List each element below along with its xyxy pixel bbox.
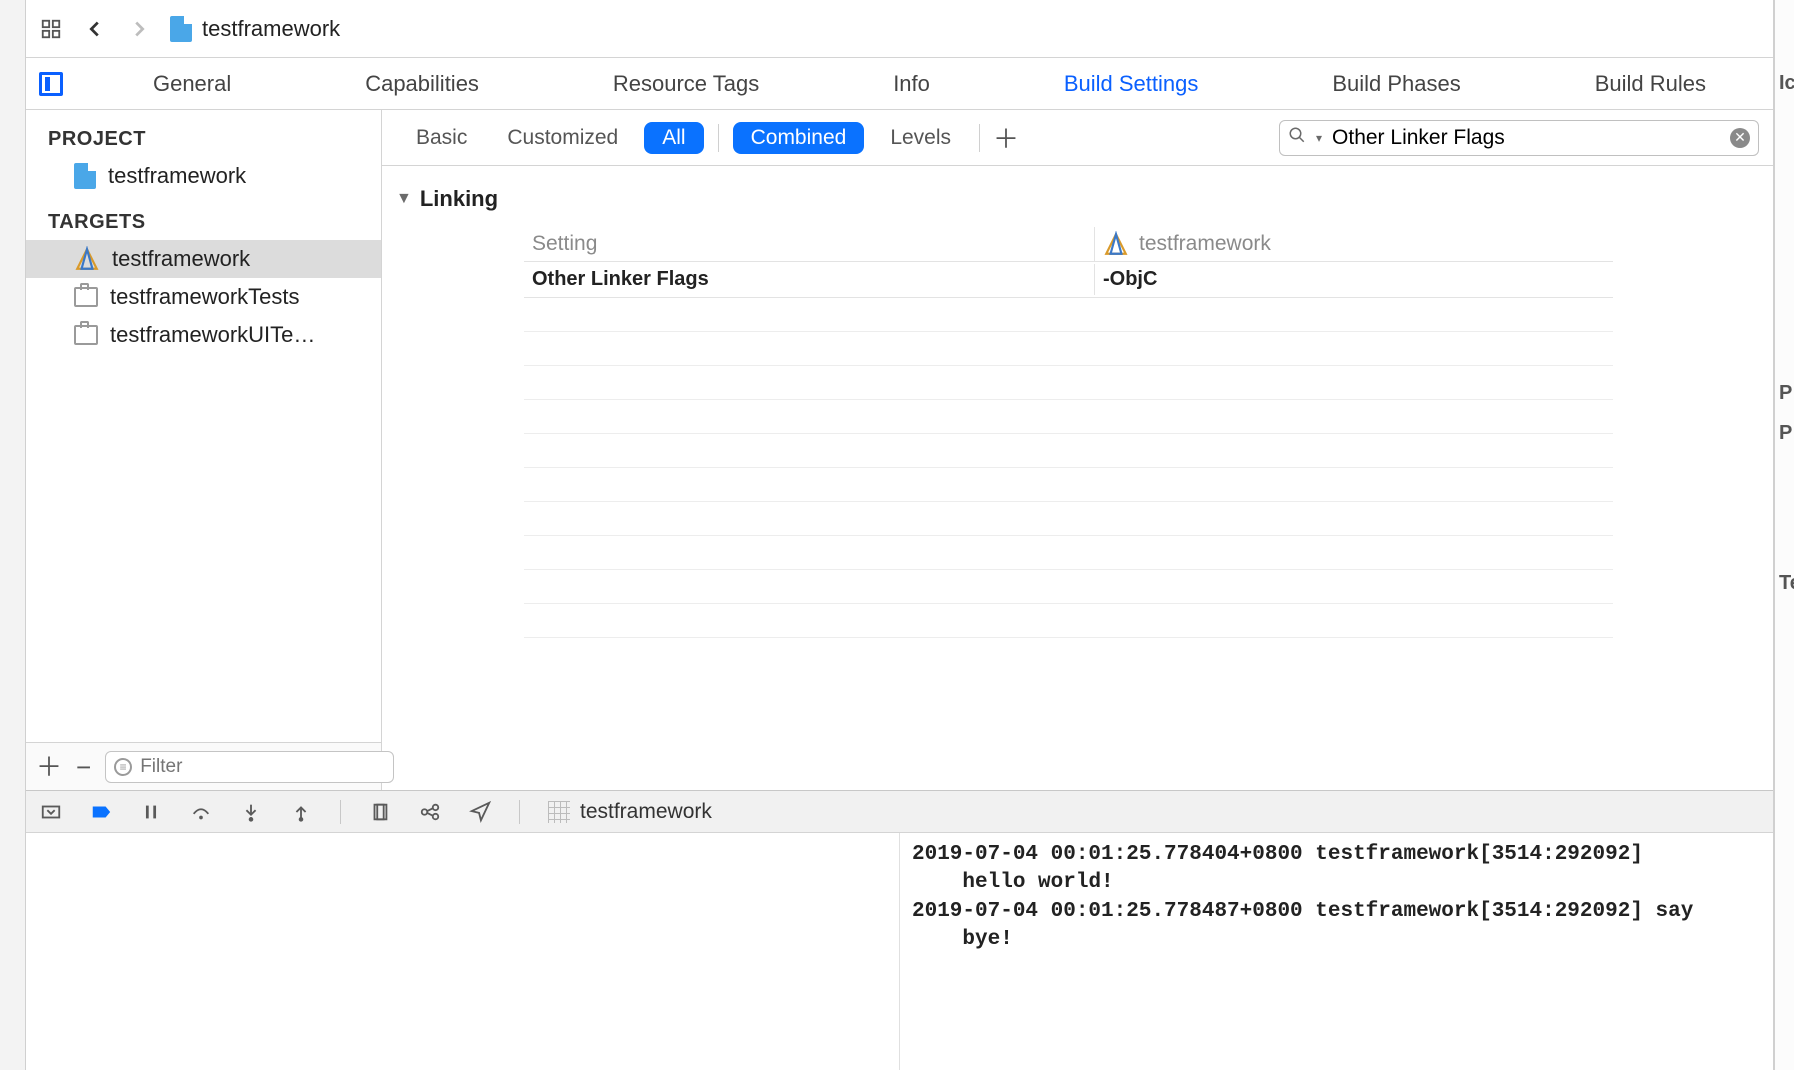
filter-icon: ≡ (114, 758, 132, 776)
view-combined[interactable]: Combined (733, 122, 865, 154)
table-row (524, 400, 1613, 434)
chevron-down-icon[interactable]: ▾ (1316, 131, 1322, 145)
settings-group-header[interactable]: ▼ Linking (396, 186, 1613, 212)
sidebar-target-uitests[interactable]: testframeworkUITe… (26, 316, 381, 354)
tab-build-rules[interactable]: Build Rules (1561, 58, 1740, 109)
tab-build-phases[interactable]: Build Phases (1298, 58, 1494, 109)
settings-search-box[interactable]: ▾ ✕ (1279, 120, 1759, 156)
breadcrumb-project-name: testframework (202, 16, 340, 42)
outer-left-strip (0, 0, 26, 1070)
simulate-location-icon[interactable] (469, 801, 491, 823)
disclosure-triangle-icon[interactable]: ▼ (396, 190, 412, 208)
console-output: 2019-07-04 00:01:25.778404+0800 testfram… (900, 833, 1773, 962)
variables-view[interactable] (26, 833, 900, 1070)
sidebar-section-project: PROJECT (26, 122, 381, 157)
targets-sidebar: PROJECT testframework TARGETS testframew… (26, 110, 382, 790)
debug-area: testframework 2019-07-04 00:01:25.778404… (26, 790, 1773, 1070)
divider (979, 124, 980, 152)
inspector-label-fragment: Ic (1779, 72, 1794, 112)
app-target-icon (74, 246, 100, 272)
debug-toolbar: testframework (26, 791, 1773, 833)
clear-search-button[interactable]: ✕ (1730, 128, 1750, 148)
nav-forward-icon (126, 16, 152, 42)
inspector-label-fragment: Te (1779, 572, 1794, 612)
tab-resource-tags[interactable]: Resource Tags (579, 58, 793, 109)
hide-debug-area-icon[interactable] (40, 801, 62, 823)
build-settings-filter-bar: Basic Customized All Combined Levels ＋ ▾… (382, 110, 1773, 166)
sidebar-target-tests[interactable]: testframeworkTests (26, 278, 381, 316)
divider (718, 124, 719, 152)
table-row[interactable]: Other Linker Flags -ObjC (524, 262, 1613, 298)
table-row (524, 502, 1613, 536)
console-view[interactable]: 2019-07-04 00:01:25.778404+0800 testfram… (900, 833, 1773, 1070)
divider (519, 800, 520, 824)
breadcrumb-item[interactable]: testframework (170, 16, 340, 42)
related-items-icon[interactable] (38, 16, 64, 42)
debug-process-name: testframework (580, 800, 712, 824)
debug-memory-graph-icon[interactable] (419, 801, 441, 823)
view-levels[interactable]: Levels (870, 110, 971, 165)
settings-search-input[interactable] (1332, 126, 1720, 150)
build-settings-content: Basic Customized All Combined Levels ＋ ▾… (382, 110, 1773, 790)
tab-general[interactable]: General (119, 58, 265, 109)
sidebar-item-label: testframework (108, 163, 246, 189)
scope-all[interactable]: All (644, 122, 703, 154)
project-file-icon (170, 16, 192, 42)
inspector-panel-truncated: Ic P P Te (1774, 0, 1794, 1070)
sidebar-item-label: testframeworkUITe… (110, 322, 315, 348)
table-row (524, 332, 1613, 366)
sidebar-filter-input[interactable]: ≡ (105, 751, 394, 783)
table-row (524, 366, 1613, 400)
table-row (524, 570, 1613, 604)
scope-basic[interactable]: Basic (396, 110, 487, 165)
breakpoints-toggle-icon[interactable] (90, 801, 112, 823)
process-icon (548, 801, 570, 823)
remove-target-button[interactable]: − (76, 754, 91, 780)
debug-process-selector[interactable]: testframework (548, 800, 712, 824)
tab-info[interactable]: Info (859, 58, 964, 109)
setting-value[interactable]: -ObjC (1094, 264, 1613, 295)
sidebar-target-app[interactable]: testframework (26, 240, 381, 278)
step-out-icon[interactable] (290, 801, 312, 823)
column-header-target: testframework (1094, 227, 1613, 261)
add-target-button[interactable]: ＋ (36, 754, 62, 780)
debug-view-hierarchy-icon[interactable] (369, 801, 391, 823)
sidebar-item-label: testframework (112, 246, 250, 272)
step-over-icon[interactable] (190, 801, 212, 823)
project-file-icon (74, 163, 96, 189)
breadcrumb-bar: testframework (26, 0, 1773, 58)
inspector-label-fragment: P (1779, 382, 1792, 422)
step-into-icon[interactable] (240, 801, 262, 823)
search-icon (1288, 126, 1306, 150)
sidebar-footer: ＋ − ≡ (26, 742, 381, 790)
sidebar-filter-field[interactable] (140, 756, 385, 778)
group-title: Linking (420, 186, 498, 212)
table-row (524, 298, 1613, 332)
table-row (524, 468, 1613, 502)
settings-table: Setting testframework Other Linker Flags… (524, 226, 1613, 638)
table-row (524, 434, 1613, 468)
nav-back-icon[interactable] (82, 16, 108, 42)
table-row (524, 604, 1613, 638)
inspector-label-fragment: P (1779, 422, 1792, 462)
editor-tabs: General Capabilities Resource Tags Info … (26, 58, 1773, 110)
toggle-navigator-icon[interactable] (36, 58, 66, 109)
test-target-icon (74, 287, 98, 307)
sidebar-item-label: testframeworkTests (110, 284, 300, 310)
setting-name: Other Linker Flags (524, 264, 1094, 295)
tab-build-settings[interactable]: Build Settings (1030, 58, 1233, 109)
pause-icon[interactable] (140, 801, 162, 823)
column-header-setting: Setting (524, 228, 1094, 260)
table-row (524, 536, 1613, 570)
sidebar-project-item[interactable]: testframework (26, 157, 381, 195)
divider (340, 800, 341, 824)
scope-customized[interactable]: Customized (487, 110, 638, 165)
test-target-icon (74, 325, 98, 345)
tab-capabilities[interactable]: Capabilities (331, 58, 513, 109)
add-setting-button[interactable]: ＋ (988, 119, 1024, 156)
app-target-icon (1103, 231, 1129, 257)
sidebar-section-targets: TARGETS (26, 205, 381, 240)
table-header-row: Setting testframework (524, 226, 1613, 262)
